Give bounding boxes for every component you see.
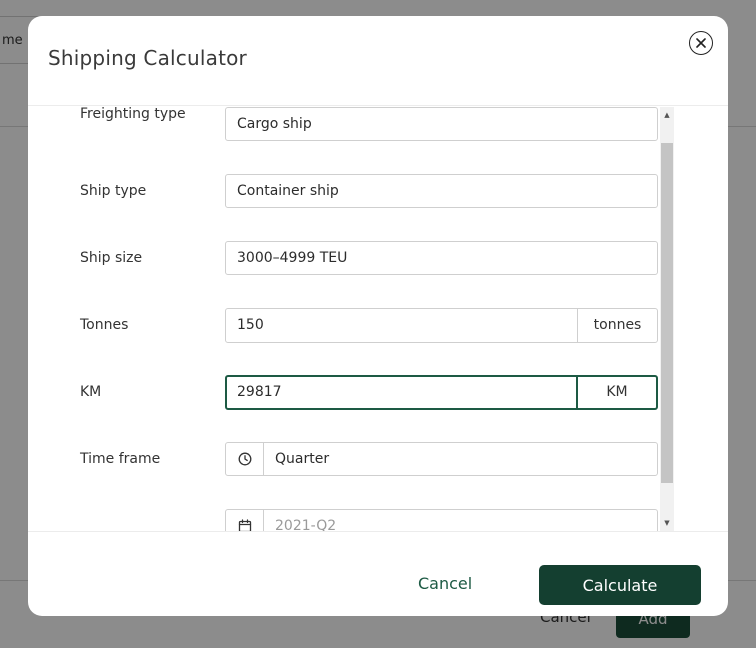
close-icon — [696, 38, 706, 48]
ship-size-select[interactable]: 3000–4999 TEU — [225, 241, 658, 275]
ship-type-value: Container ship — [237, 183, 339, 199]
freighting-type-value: Cargo ship — [237, 116, 312, 132]
modal-header: Shipping Calculator — [28, 16, 728, 106]
modal-footer: Cancel Calculate — [28, 531, 728, 616]
period-row: 2021-Q2 — [80, 509, 658, 531]
ship-type-select[interactable]: Container ship — [225, 174, 658, 208]
shipping-calculator-modal: Shipping Calculator Freighting type Carg… — [28, 16, 728, 616]
scroll-up-arrow[interactable]: ▲ — [660, 107, 674, 123]
calculate-button[interactable]: Calculate — [539, 565, 701, 605]
time-frame-select[interactable]: Quarter — [225, 442, 658, 476]
km-label: KM — [80, 384, 102, 400]
modal-title: Shipping Calculator — [48, 46, 247, 70]
period-prefix — [226, 510, 264, 531]
time-frame-value: Quarter — [275, 451, 330, 467]
tonnes-row: Tonnes 150 tonnes — [80, 308, 658, 343]
km-unit: KM — [576, 377, 656, 408]
calendar-icon — [238, 519, 251, 531]
scroll-thumb[interactable] — [661, 143, 673, 483]
close-button[interactable] — [689, 31, 713, 55]
ship-size-value: 3000–4999 TEU — [237, 250, 348, 266]
ship-type-label: Ship type — [80, 183, 147, 199]
tonnes-input[interactable]: 150 tonnes — [225, 308, 658, 343]
time-frame-label: Time frame — [80, 451, 161, 467]
km-value: 29817 — [237, 384, 282, 400]
modal-body[interactable]: Freighting type Cargo ship Ship type Con… — [28, 107, 728, 531]
freighting-type-row: Freighting type Cargo ship — [80, 107, 658, 141]
ship-size-row: Ship size 3000–4999 TEU — [80, 241, 658, 275]
km-row: KM 29817 KM — [80, 375, 658, 410]
time-frame-row: Time frame Quarter — [80, 442, 658, 476]
time-frame-prefix — [226, 443, 264, 475]
period-value: 2021-Q2 — [275, 518, 337, 531]
clock-icon — [238, 452, 251, 466]
cancel-button[interactable]: Cancel — [418, 574, 472, 593]
tonnes-label: Tonnes — [80, 317, 129, 333]
freighting-type-label: Freighting type — [80, 107, 186, 122]
km-input[interactable]: 29817 KM — [225, 375, 658, 410]
scroll-down-arrow[interactable]: ▼ — [660, 515, 674, 531]
form-scrollbar[interactable]: ▲ ▼ — [660, 107, 674, 531]
tonnes-unit: tonnes — [577, 309, 657, 342]
tonnes-value: 150 — [237, 317, 264, 333]
period-picker[interactable]: 2021-Q2 — [225, 509, 658, 531]
ship-size-label: Ship size — [80, 250, 143, 266]
freighting-type-select[interactable]: Cargo ship — [225, 107, 658, 141]
ship-type-row: Ship type Container ship — [80, 174, 658, 208]
